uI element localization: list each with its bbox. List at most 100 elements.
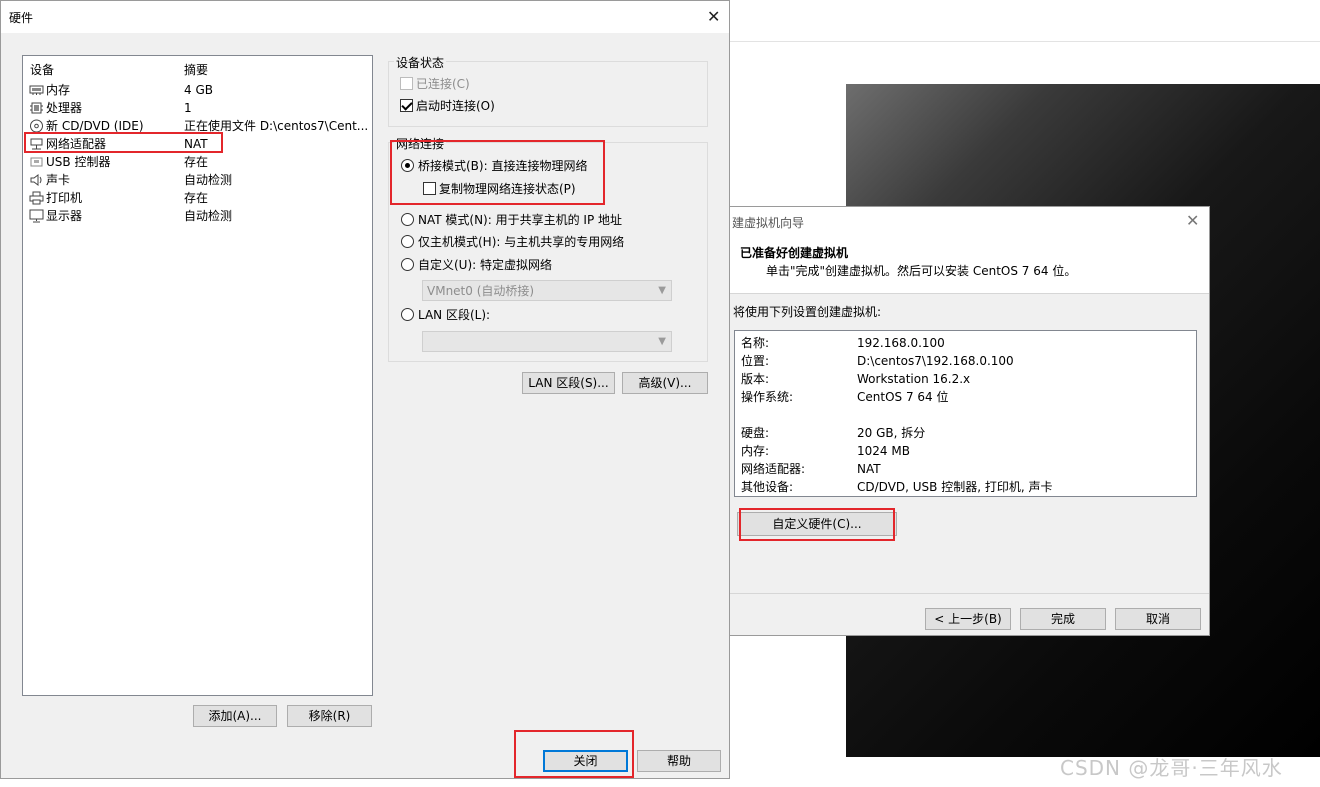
device-row-processor[interactable]: 处理器 1: [27, 99, 369, 117]
device-summary: NAT: [184, 137, 208, 151]
host-only-radio[interactable]: 仅主机模式(H): 与主机共享的专用网络: [401, 234, 624, 250]
device-summary: 存在: [184, 155, 209, 169]
custom-network-select[interactable]: VMnet0 (自动桥接) ▼: [422, 280, 672, 301]
checkbox-box: [400, 99, 413, 112]
connected-checkbox[interactable]: 已连接(C): [400, 76, 470, 92]
summary-key: 版本:: [741, 372, 770, 386]
back-button[interactable]: < 上一步(B): [925, 608, 1011, 630]
cancel-button[interactable]: 取消: [1115, 608, 1201, 630]
chevron-down-icon: ▼: [658, 336, 666, 347]
summary-key: 位置:: [741, 354, 770, 368]
close-button[interactable]: 关闭: [543, 750, 628, 772]
device-summary: 正在使用文件 D:\centos7\Cent...: [184, 119, 369, 133]
settings-summary: 名称: 192.168.0.100 位置: D:\centos7\192.168.0…: [734, 330, 1197, 497]
hardware-dialog: 硬件 ✕ 设备 摘要 内存 4 GB 处理器 1 新 CD/DVD (IDE) …: [0, 0, 730, 779]
summary-value: 192.168.0.100: [857, 336, 945, 350]
summary-value: D:\centos7\192.168.0.100: [857, 354, 1014, 368]
watermark: CSDN @龙哥·三年风水: [1060, 756, 1283, 780]
cpu-icon: [30, 102, 43, 114]
custom-radio[interactable]: 自定义(U): 特定虚拟网络: [401, 257, 552, 273]
device-summary: 存在: [184, 191, 209, 205]
close-icon[interactable]: ✕: [707, 7, 720, 26]
summary-key: 内存:: [741, 444, 770, 458]
new-vm-wizard-dialog: 建虚拟机向导 ✕ 已准备好创建虚拟机 单击"完成"创建虚拟机。然后可以安装 Ce…: [730, 206, 1210, 636]
device-name: 内存: [46, 83, 71, 97]
bridged-radio[interactable]: 桥接模式(B): 直接连接物理网络: [401, 158, 587, 174]
summary-row: 网络适配器: NAT: [741, 460, 1191, 478]
summary-row: 其他设备: CD/DVD, USB 控制器, 打印机, 声卡: [741, 478, 1191, 496]
connect-on-power-on-checkbox[interactable]: 启动时连接(O): [400, 98, 495, 114]
radio-dot: [401, 213, 414, 226]
device-list[interactable]: 设备 摘要 内存 4 GB 处理器 1 新 CD/DVD (IDE) 正在使用文…: [22, 55, 373, 696]
device-row-memory[interactable]: 内存 4 GB: [27, 81, 369, 99]
summary-value: CentOS 7 64 位: [857, 390, 949, 404]
help-button[interactable]: 帮助: [637, 750, 721, 772]
nat-radio[interactable]: NAT 模式(N): 用于共享主机的 IP 地址: [401, 212, 622, 228]
wizard-intro: 将使用下列设置创建虚拟机:: [733, 305, 882, 319]
network-adapter-icon: [30, 138, 43, 150]
memory-icon: [29, 85, 44, 95]
hardware-titlebar: 硬件 ✕: [1, 1, 729, 33]
host-only-label: 仅主机模式(H): 与主机共享的专用网络: [418, 235, 625, 249]
summary-value: CD/DVD, USB 控制器, 打印机, 声卡: [857, 480, 1053, 494]
radio-dot: [401, 235, 414, 248]
advanced-button[interactable]: 高级(V)...: [622, 372, 708, 394]
device-summary: 4 GB: [184, 83, 213, 97]
summary-row: 操作系统: CentOS 7 64 位: [741, 388, 1191, 406]
device-summary: 1: [184, 101, 192, 115]
hardware-dialog-title: 硬件: [9, 11, 34, 25]
checkbox-box: [423, 182, 436, 195]
summary-column-header[interactable]: 摘要: [184, 61, 208, 79]
summary-key: 其他设备:: [741, 480, 794, 494]
summary-value: 20 GB, 拆分: [857, 426, 926, 440]
replicate-state-checkbox[interactable]: 复制物理网络连接状态(P): [423, 181, 576, 197]
summary-value: 1024 MB: [857, 444, 910, 458]
finish-button[interactable]: 完成: [1020, 608, 1106, 630]
summary-row: 名称: 192.168.0.100: [741, 334, 1191, 352]
summary-key: 网络适配器:: [741, 462, 806, 476]
device-name: 处理器: [46, 101, 83, 115]
device-name: 显示器: [46, 209, 83, 223]
device-row-display[interactable]: 显示器 自动检测: [27, 207, 369, 225]
device-list-header: 设备 摘要: [27, 61, 369, 79]
connected-label: 已连接(C): [416, 77, 470, 91]
device-row-network-adapter[interactable]: 网络适配器 NAT: [27, 135, 369, 153]
add-button[interactable]: 添加(A)...: [193, 705, 277, 727]
connect-on-power-on-label: 启动时连接(O): [416, 99, 495, 113]
lan-segments-button[interactable]: LAN 区段(S)...: [522, 372, 615, 394]
summary-key: 名称:: [741, 336, 770, 350]
summary-row: 位置: D:\centos7\192.168.0.100: [741, 352, 1191, 370]
customize-hardware-button[interactable]: 自定义硬件(C)...: [737, 512, 897, 536]
summary-value: NAT: [857, 462, 881, 476]
speaker-icon: [30, 174, 42, 186]
summary-row: 硬盘: 20 GB, 拆分: [741, 424, 1191, 442]
device-name: 网络适配器: [46, 137, 107, 151]
wizard-title: 建虚拟机向导: [732, 216, 805, 230]
device-row-sound[interactable]: 声卡 自动检测: [27, 171, 369, 189]
wizard-header: 建虚拟机向导 ✕ 已准备好创建虚拟机 单击"完成"创建虚拟机。然后可以安装 Ce…: [730, 207, 1209, 294]
device-summary: 自动检测: [184, 173, 233, 187]
remove-button[interactable]: 移除(R): [287, 705, 372, 727]
close-icon[interactable]: ✕: [1186, 211, 1199, 230]
network-connection-group: [388, 142, 708, 362]
device-name: 声卡: [46, 173, 71, 187]
lan-segment-label: LAN 区段(L):: [418, 308, 491, 322]
checkbox-box: [400, 77, 413, 90]
chevron-down-icon: ▼: [658, 285, 666, 296]
lan-segment-select[interactable]: ▼: [422, 331, 672, 352]
summary-row: 内存: 1024 MB: [741, 442, 1191, 460]
device-row-usb[interactable]: USB 控制器 存在: [27, 153, 369, 171]
wizard-heading: 已准备好创建虚拟机: [740, 246, 849, 260]
monitor-icon: [29, 209, 44, 223]
replicate-state-label: 复制物理网络连接状态(P): [439, 182, 576, 196]
summary-row: 版本: Workstation 16.2.x: [741, 370, 1191, 388]
lan-segment-radio[interactable]: LAN 区段(L):: [401, 307, 490, 323]
device-status-label: 设备状态: [394, 54, 447, 71]
radio-dot: [401, 258, 414, 271]
device-column-header[interactable]: 设备: [30, 61, 54, 79]
custom-label: 自定义(U): 特定虚拟网络: [418, 258, 553, 272]
network-connection-label: 网络连接: [394, 135, 447, 152]
radio-dot: [401, 308, 414, 321]
device-row-cd-dvd[interactable]: 新 CD/DVD (IDE) 正在使用文件 D:\centos7\Cent...: [27, 117, 369, 135]
device-row-printer[interactable]: 打印机 存在: [27, 189, 369, 207]
